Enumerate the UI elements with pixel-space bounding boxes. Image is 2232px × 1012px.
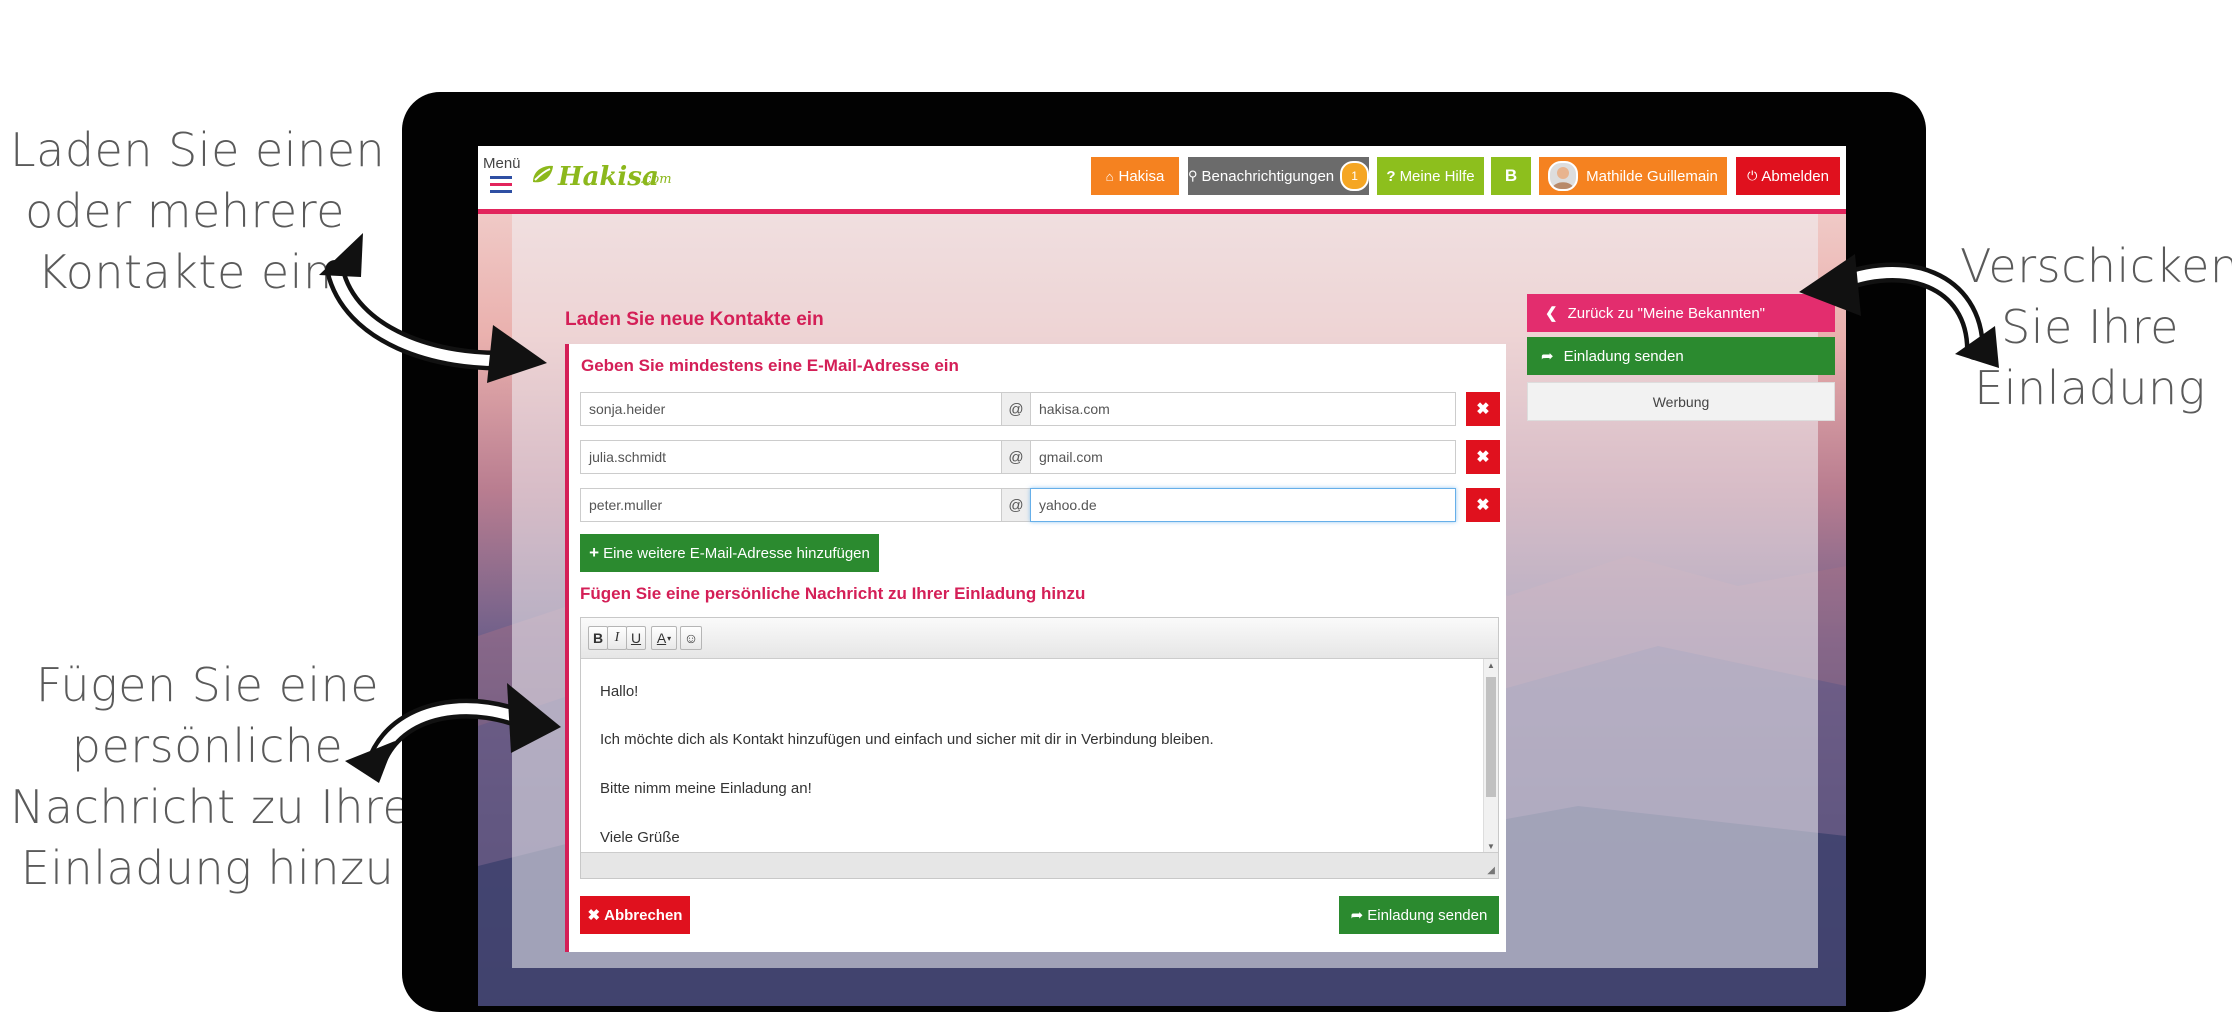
annotation-load-contacts: Laden Sie einen oder mehrere Kontakte ei… [10, 120, 386, 303]
back-to-contacts-button[interactable]: ❮ Zurück zu "Meine Bekannten" [1527, 294, 1835, 332]
hakisa-logo-domain: .com [640, 172, 672, 187]
scroll-up-arrow-icon[interactable]: ▲ [1487, 661, 1495, 670]
annotation-line: Kontakte ein [37, 245, 333, 299]
annotation-line: Nachricht zu Ihrer [10, 780, 431, 834]
hakisa-logo-icon [533, 165, 553, 183]
logout-button[interactable]: ⏻ Abmelden [1736, 157, 1840, 195]
power-icon: ⏻ [1747, 168, 1758, 183]
send-invitation-side-label: Einladung senden [1563, 347, 1684, 365]
share-icon: ➦ [1350, 907, 1364, 924]
message-line: Bitte nimm meine Einladung an! [600, 780, 812, 797]
plus-icon: + [589, 543, 600, 562]
chevron-left-icon: ❮ [1545, 305, 1558, 322]
arrow-to-message-editor-icon [345, 683, 561, 783]
editor-toolbar: B I U A ▾ ☺ [581, 618, 1498, 659]
cancel-button[interactable]: ✖ Abbrechen [580, 896, 690, 934]
hamburger-menu-icon[interactable] [490, 176, 512, 194]
home-button-label: Hakisa [1118, 167, 1165, 185]
add-email-button[interactable]: + Eine weitere E-Mail-Adresse hinzufügen [580, 534, 879, 572]
b-button[interactable]: B [1491, 157, 1531, 195]
scroll-thumb[interactable] [1486, 677, 1496, 797]
remove-email-button[interactable]: ✖ [1466, 440, 1500, 474]
share-icon: ➦ [1541, 348, 1554, 365]
editor-content[interactable]: Hallo! Ich möchte dich als Kontakt hinzu… [581, 659, 1483, 853]
home-icon: ⌂ [1105, 168, 1114, 184]
editor-scrollbar[interactable]: ▲ ▼ [1483, 659, 1498, 853]
map-marker-icon: ⚲ [1188, 168, 1198, 183]
message-section-title: Fügen Sie eine persönliche Nachricht zu … [580, 584, 1086, 603]
send-invitation-button[interactable]: ➦ Einladung senden [1339, 896, 1499, 934]
back-to-contacts-label: Zurück zu "Meine Bekannten" [1567, 304, 1765, 322]
notifications-label: Benachrichtigungen [1201, 167, 1335, 185]
bold-button[interactable]: B [588, 626, 608, 650]
close-icon: ✖ [1476, 449, 1490, 466]
notifications-count-badge: 1 [1340, 161, 1369, 191]
arrow-to-email-fields-icon [319, 233, 547, 383]
remove-email-button[interactable]: ✖ [1466, 392, 1500, 426]
text-color-button[interactable]: A ▾ [651, 626, 677, 650]
at-symbol: @ [1002, 440, 1030, 474]
help-button-label: Meine Hilfe [1399, 167, 1475, 185]
email-user-input[interactable]: sonja.heider [580, 392, 1002, 426]
send-invitation-label: Einladung senden [1367, 906, 1488, 924]
annotation-line: oder mehrere [25, 184, 345, 238]
notifications-button[interactable]: ⚲ Benachrichtigungen 1 [1188, 157, 1369, 195]
close-icon: ✖ [1476, 401, 1490, 418]
invite-panel: Geben Sie mindestens eine E-Mail-Adresse… [565, 344, 1506, 952]
menu-label[interactable]: Menü [483, 155, 521, 172]
home-button[interactable]: ⌂ Hakisa [1091, 157, 1179, 195]
avatar [1548, 161, 1579, 191]
email-user-input[interactable]: peter.muller [580, 488, 1002, 522]
content-area: Laden Sie neue Kontakte ein Geben Sie mi… [512, 214, 1835, 968]
scroll-down-arrow-icon[interactable]: ▼ [1487, 842, 1495, 851]
advertisement-box: Werbung [1527, 382, 1835, 421]
underline-button[interactable]: U [626, 626, 646, 650]
email-section-title: Geben Sie mindestens eine E-Mail-Adresse… [581, 356, 959, 375]
arrow-to-send-button-icon [1799, 254, 1999, 368]
text-color-label: A [656, 630, 667, 646]
help-button[interactable]: ? Meine Hilfe [1377, 157, 1484, 195]
message-line: Ich möchte dich als Kontakt hinzufügen u… [600, 731, 1214, 748]
email-domain-input[interactable]: hakisa.com [1030, 392, 1456, 426]
emoji-icon[interactable]: ☺ [680, 626, 702, 650]
logout-label: Abmelden [1761, 167, 1829, 185]
send-invitation-side-button[interactable]: ➦ Einladung senden [1527, 337, 1835, 375]
email-user-input[interactable]: julia.schmidt [580, 440, 1002, 474]
email-domain-input[interactable]: gmail.com [1030, 440, 1456, 474]
message-line: Hallo! [600, 683, 639, 700]
at-symbol: @ [1002, 488, 1030, 522]
italic-button[interactable]: I [607, 626, 627, 650]
editor-resize-bar: ◢ [581, 852, 1498, 878]
user-profile-button[interactable]: Mathilde Guillemain [1539, 157, 1727, 195]
cancel-label: Abbrechen [604, 906, 683, 924]
top-navigation-bar: Menü Hakisa .com ⌂ Hakisa ⚲ Benachrichti… [478, 146, 1846, 214]
at-symbol: @ [1002, 392, 1030, 426]
close-icon: ✖ [1476, 497, 1490, 514]
user-name: Mathilde Guillemain [1586, 167, 1718, 185]
resize-handle-icon[interactable]: ◢ [1487, 865, 1495, 876]
add-email-label: Eine weitere E-Mail-Adresse hinzufügen [603, 544, 870, 562]
caret-down-icon: ▾ [667, 633, 672, 643]
app-screen: Menü Hakisa .com ⌂ Hakisa ⚲ Benachrichti… [478, 146, 1846, 1006]
email-domain-input[interactable]: yahoo.de [1030, 488, 1456, 522]
annotation-line: Einladung hinzu [20, 841, 395, 895]
close-icon: ✖ [587, 907, 601, 924]
annotation-line: Laden Sie einen [10, 123, 386, 177]
page-title: Laden Sie neue Kontakte ein [565, 309, 824, 330]
remove-email-button[interactable]: ✖ [1466, 488, 1500, 522]
message-editor: B I U A ▾ ☺ Hallo! Ich möchte dich als K… [580, 617, 1499, 879]
message-line: Viele Grüße [600, 829, 680, 846]
question-icon: ? [1386, 167, 1396, 185]
